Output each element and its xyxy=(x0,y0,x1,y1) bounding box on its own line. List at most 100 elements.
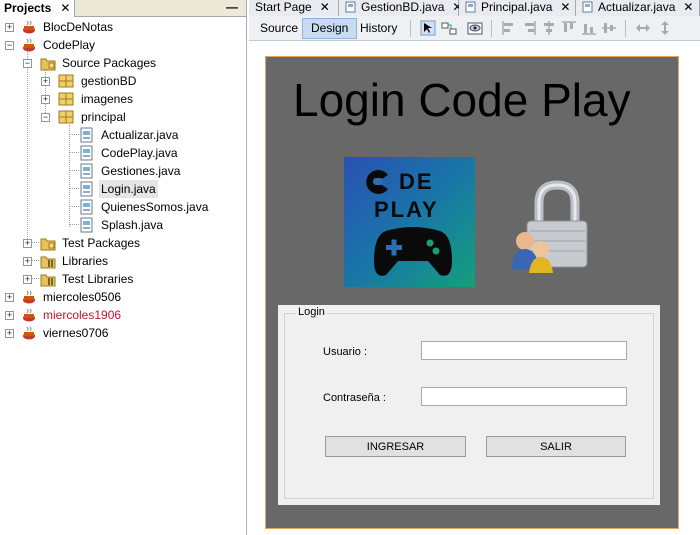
history-view-button[interactable]: History xyxy=(352,18,405,39)
tree-item-codeplay-java[interactable]: CodePlay.java xyxy=(0,144,246,162)
collapse-icon[interactable]: − xyxy=(41,113,50,122)
expand-icon[interactable]: + xyxy=(5,23,14,32)
design-view-button[interactable]: Design xyxy=(302,18,358,39)
tab-label: Start Page xyxy=(255,0,312,14)
pacman-controller-icon xyxy=(366,170,388,194)
usuario-input[interactable] xyxy=(421,341,627,360)
tree-item-source-packages[interactable]: − Source Packages xyxy=(0,54,246,72)
design-canvas: Login Code Play DE PLAY Login Usuario: … xyxy=(249,42,700,535)
expand-icon[interactable]: + xyxy=(5,329,14,338)
ingresar-button[interactable]: INGRESAR xyxy=(325,436,466,457)
salir-button[interactable]: SALIR xyxy=(486,436,626,457)
java-project-icon xyxy=(23,38,35,52)
java-form-icon xyxy=(345,1,356,13)
expand-icon[interactable]: + xyxy=(41,77,50,86)
java-project-icon xyxy=(23,326,35,340)
tree-item-label: Splash.java xyxy=(101,218,164,232)
tree-item-test-packages[interactable]: + Test Packages xyxy=(0,234,246,252)
tree-item-miercoles0506[interactable]: + miercoles0506 xyxy=(0,288,246,306)
expand-icon[interactable]: + xyxy=(5,293,14,302)
projects-tabbar: Projects ✕ — xyxy=(0,0,246,17)
java-form-icon xyxy=(80,217,93,233)
align-bottom-icon[interactable] xyxy=(581,20,597,36)
change-horizontal-resizability-icon[interactable] xyxy=(635,20,651,36)
tree-item-label: Libraries xyxy=(62,254,109,268)
tree-item-label: viernes0706 xyxy=(43,326,109,340)
collapse-icon[interactable]: − xyxy=(23,59,32,68)
tab-principal-java[interactable]: Principal.java ✕ xyxy=(459,0,576,16)
close-icon[interactable]: ✕ xyxy=(320,0,330,14)
center-horizontally-icon[interactable] xyxy=(541,20,557,36)
tree-item-quienessomos-java[interactable]: QuienesSomos.java xyxy=(0,198,246,216)
tree-item-label: CodePlay xyxy=(43,38,96,52)
connection-mode-icon[interactable] xyxy=(441,20,457,36)
center-vertically-icon[interactable] xyxy=(601,20,617,36)
padlock-users-icon xyxy=(511,180,588,273)
tree-item-test-libraries[interactable]: + Test Libraries xyxy=(0,270,246,288)
java-form-icon xyxy=(80,145,93,161)
usuario-label: Usuario : xyxy=(323,346,368,358)
tab-label: Actualizar.java xyxy=(598,0,676,14)
password-input[interactable] xyxy=(421,387,627,406)
projects-tab[interactable]: Projects ✕ xyxy=(0,0,76,17)
close-icon[interactable]: ✕ xyxy=(60,1,70,15)
tree-item-label: Gestiones.java xyxy=(101,164,181,178)
package-folder-icon xyxy=(40,238,56,251)
tree-item-gestiones-java[interactable]: Gestiones.java xyxy=(0,162,246,180)
password-label: Contraseña : xyxy=(323,392,386,404)
projects-tab-label: Projects xyxy=(4,1,52,15)
align-top-icon[interactable] xyxy=(561,20,577,36)
editor-toolbar: Source Design History xyxy=(249,16,700,41)
minimize-icon[interactable]: — xyxy=(226,0,238,14)
tab-actualizar-java[interactable]: Actualizar.java ✕ xyxy=(576,0,700,16)
gamepad-icon xyxy=(374,227,452,276)
tab-start-page[interactable]: Start Page ✕ xyxy=(249,0,339,16)
tree-item-actualizar-java[interactable]: Actualizar.java xyxy=(0,126,246,144)
expand-icon[interactable]: + xyxy=(23,275,32,284)
expand-icon[interactable]: + xyxy=(41,95,50,104)
tree-item-label: gestionBD xyxy=(81,74,137,88)
login-fieldset: Login Usuario : Contraseña : INGRESAR SA… xyxy=(284,306,654,499)
tree-item-imagenes[interactable]: + imagenes xyxy=(0,90,246,108)
library-folder-icon xyxy=(40,274,56,287)
tree-item-gestionbd[interactable]: + gestionBD xyxy=(0,72,246,90)
align-left-icon[interactable] xyxy=(501,20,517,36)
tree-item-libraries[interactable]: + Libraries xyxy=(0,252,246,270)
projects-panel: Projects ✕ — + BlocDeNotas − CodePlay − … xyxy=(0,0,247,535)
tree-item-label: Login.java xyxy=(99,180,158,198)
form-title: Login Code Play xyxy=(293,74,631,126)
close-icon[interactable]: ✕ xyxy=(560,0,570,14)
selection-mode-icon[interactable] xyxy=(420,20,436,36)
package-icon xyxy=(58,74,74,88)
tree-item-blocdenotas[interactable]: + BlocDeNotas xyxy=(0,18,246,36)
align-right-icon[interactable] xyxy=(521,20,537,36)
login-legend: Login xyxy=(296,306,327,318)
tree-item-miercoles1906[interactable]: + miercoles1906 xyxy=(0,306,246,324)
tab-gestionbd-java[interactable]: GestionBD.java ✕ xyxy=(339,0,462,16)
tree-item-viernes0706[interactable]: + viernes0706 xyxy=(0,324,246,342)
tree-item-label: CodePlay.java xyxy=(101,146,178,160)
source-view-button[interactable]: Source xyxy=(252,18,306,39)
expand-icon[interactable]: + xyxy=(23,239,32,248)
tab-label: Principal.java xyxy=(481,0,553,14)
preview-design-icon[interactable] xyxy=(467,20,483,36)
tree-item-codeplay[interactable]: − CodePlay xyxy=(0,36,246,54)
login-panel: Login Usuario : Contraseña : INGRESAR SA… xyxy=(278,305,660,505)
close-icon[interactable]: ✕ xyxy=(683,0,693,14)
expand-icon[interactable]: + xyxy=(5,311,14,320)
tree-item-label: miercoles1906 xyxy=(43,308,122,322)
tree-item-label: QuienesSomos.java xyxy=(101,200,209,214)
change-vertical-resizability-icon[interactable] xyxy=(657,20,673,36)
package-folder-icon xyxy=(40,58,56,71)
java-form-icon xyxy=(80,163,93,179)
tree-item-login-java[interactable]: Login.java xyxy=(0,180,246,198)
login-form-frame[interactable]: Login Code Play DE PLAY Login Usuario: … xyxy=(265,56,679,529)
tree-item-principal[interactable]: − principal xyxy=(0,108,246,126)
tree-item-label: principal xyxy=(81,110,126,124)
logo-text-line2: PLAY xyxy=(374,197,439,222)
tree-item-splash-java[interactable]: Splash.java xyxy=(0,216,246,234)
collapse-icon[interactable]: − xyxy=(5,41,14,50)
tab-label: GestionBD.java xyxy=(361,0,445,14)
expand-icon[interactable]: + xyxy=(23,257,32,266)
editor-tabbar: Start Page ✕ GestionBD.java ✕ Principal.ja… xyxy=(249,0,700,16)
